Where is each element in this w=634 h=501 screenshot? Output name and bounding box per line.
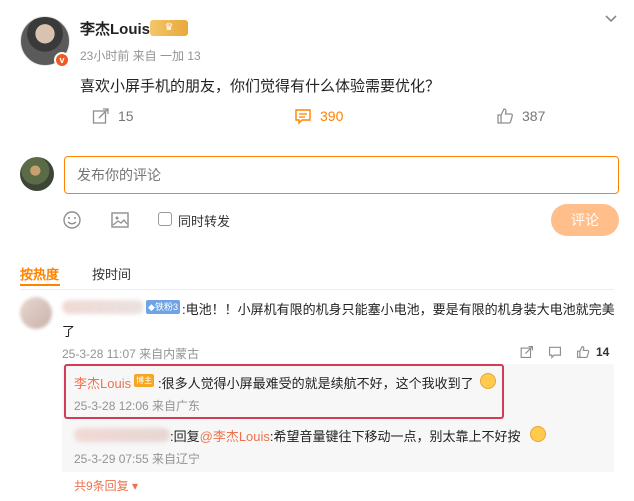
- shocked-emoji-icon: [530, 426, 546, 442]
- reply-meta: 25-3-29 07:55 来自辽宁: [74, 452, 201, 466]
- grin-emoji-icon: [480, 373, 496, 389]
- reply-text: :回复@李杰Louis:希望音量键往下移动一点，别太靠上不好按: [170, 426, 521, 445]
- share-button[interactable]: 15: [92, 106, 134, 126]
- emoji-icon[interactable]: [62, 210, 82, 230]
- crown-badge-icon: ♛: [150, 20, 188, 36]
- reply-meta: 25-3-28 12:06 来自广东: [74, 399, 201, 413]
- comment-input[interactable]: [64, 156, 619, 194]
- divider: [20, 289, 614, 290]
- reply-author-blurred[interactable]: [74, 428, 170, 442]
- blogger-badge: 博主: [134, 374, 154, 387]
- comment-icon[interactable]: [548, 345, 562, 359]
- commenter-avatar[interactable]: [20, 297, 52, 329]
- repost-checkbox[interactable]: [158, 212, 172, 226]
- more-replies-link[interactable]: 共9条回复 ▾: [74, 477, 138, 494]
- vip-badge-icon: v: [54, 52, 70, 68]
- reply-author-name[interactable]: 李杰Louis: [74, 373, 131, 392]
- thumbs-up-icon[interactable]: [576, 345, 590, 359]
- chevron-down-icon[interactable]: [604, 12, 618, 26]
- reply-text: :很多人觉得小屏最难受的就是续航不好，这个我收到了: [158, 376, 474, 391]
- like-button[interactable]: 387: [496, 106, 545, 126]
- thumbs-up-icon: [497, 108, 513, 124]
- author-name[interactable]: 李杰Louis: [80, 18, 150, 39]
- share-icon[interactable]: [520, 345, 534, 359]
- share-icon: [92, 108, 109, 124]
- reply-body: :希望音量键往下移动一点，别太靠上不好按: [269, 429, 521, 444]
- post-meta: 23小时前 来自 一加 13: [80, 49, 201, 63]
- active-tab-indicator: [20, 284, 60, 286]
- submit-comment-button[interactable]: 评论: [551, 204, 619, 236]
- commenter-name-blurred[interactable]: [62, 300, 144, 314]
- comment-like-count: 14: [596, 345, 610, 359]
- mention-link[interactable]: @李杰Louis: [200, 429, 270, 444]
- image-icon[interactable]: [110, 210, 130, 230]
- current-user-avatar: [20, 157, 54, 191]
- post-text: 喜欢小屏手机的朋友，你们觉得有什么体验需要优化？: [80, 78, 441, 95]
- like-count: 387: [522, 108, 546, 124]
- comment-meta: 25-3-28 11:07 来自内蒙古: [62, 347, 200, 361]
- reply-prefix: :回复: [170, 429, 200, 444]
- comment-actions: 14: [520, 345, 609, 359]
- share-count: 15: [118, 108, 134, 124]
- fan-badge: ◆铁粉3: [146, 300, 180, 314]
- comment-button[interactable]: 390: [294, 106, 343, 126]
- tab-sort-time[interactable]: 按时间: [92, 264, 131, 283]
- comment-icon: [295, 109, 311, 125]
- repost-label: 同时转发: [178, 214, 231, 229]
- comment-count: 390: [320, 108, 344, 124]
- tab-sort-hot[interactable]: 按热度: [20, 264, 59, 283]
